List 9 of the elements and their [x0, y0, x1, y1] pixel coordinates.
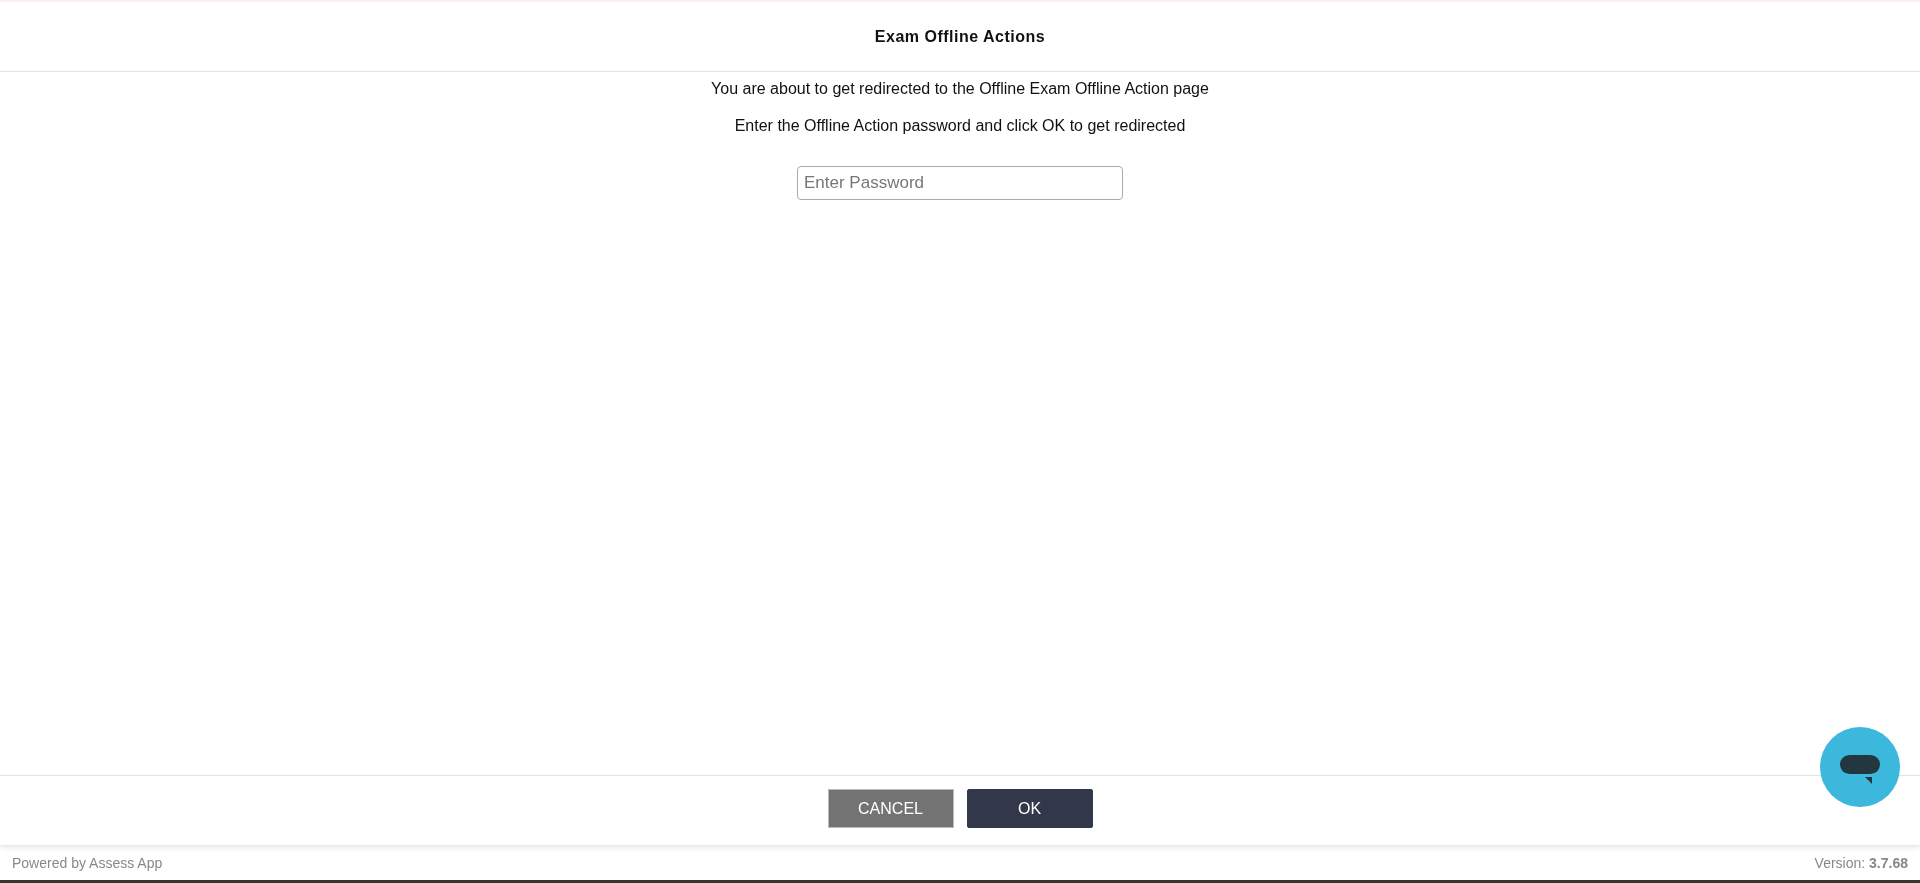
message-text: You are about to get redirected to the Offline Exam Offline Action page	[711, 80, 1209, 98]
powered-by-text: Powered by Assess App	[12, 854, 163, 871]
password-field[interactable]: Enter Password	[797, 166, 1123, 200]
dialog-title: Exam Offline Actions	[874, 27, 1046, 46]
chat-icon[interactable]	[1820, 727, 1900, 807]
ok-button[interactable]: OK	[966, 789, 1093, 828]
version-text: Version: 3.7.68	[1814, 854, 1908, 871]
cancel-button[interactable]: CANCEL	[827, 789, 954, 828]
message-text: Enter the Offline Action password and click OK to get redirected	[734, 117, 1186, 135]
